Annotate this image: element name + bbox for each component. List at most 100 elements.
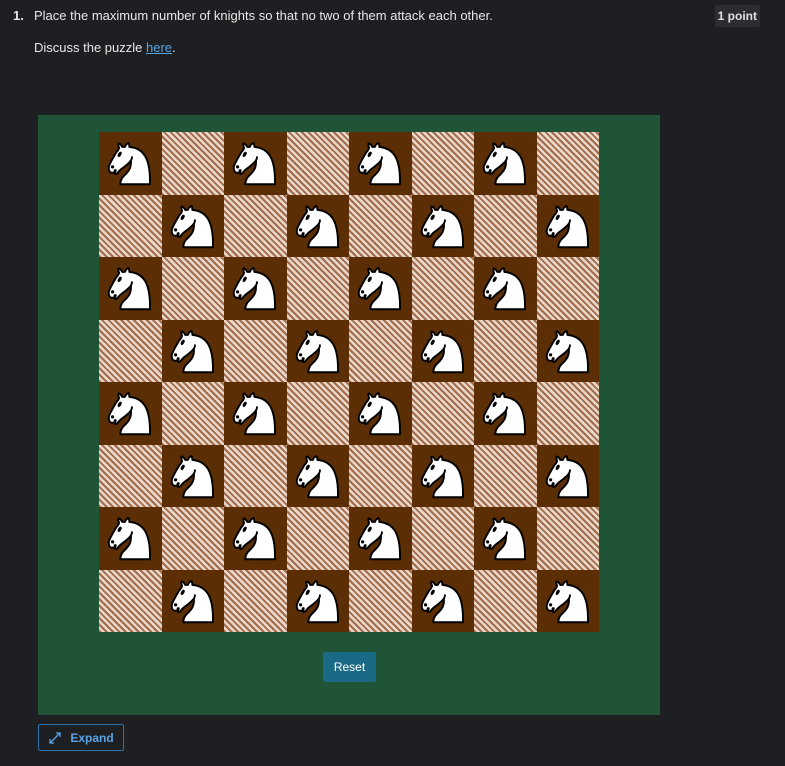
board-square[interactable] <box>349 194 412 257</box>
board-square[interactable] <box>286 194 349 257</box>
white-knight-icon <box>420 579 464 623</box>
board-square[interactable] <box>99 569 162 632</box>
board-square[interactable] <box>411 569 474 632</box>
board-square[interactable] <box>224 194 287 257</box>
chess-board <box>99 132 599 632</box>
board-square[interactable] <box>411 257 474 320</box>
board-square[interactable] <box>411 444 474 507</box>
white-knight-icon <box>233 142 277 186</box>
question-text: Place the maximum number of knights so t… <box>34 8 493 23</box>
board-square[interactable] <box>161 319 224 382</box>
white-knight-icon <box>295 454 339 498</box>
expand-button[interactable]: Expand <box>38 724 124 751</box>
board-square[interactable] <box>536 507 599 570</box>
board-square[interactable] <box>349 507 412 570</box>
board-square[interactable] <box>411 507 474 570</box>
white-knight-icon <box>483 392 527 436</box>
board-square[interactable] <box>411 319 474 382</box>
white-knight-icon <box>108 392 152 436</box>
board-square[interactable] <box>286 132 349 195</box>
puzzle-panel: Reset <box>38 115 660 715</box>
board-square[interactable] <box>161 257 224 320</box>
board-square[interactable] <box>474 444 537 507</box>
board-square[interactable] <box>474 507 537 570</box>
white-knight-icon <box>295 204 339 248</box>
board-square[interactable] <box>349 319 412 382</box>
board-square[interactable] <box>99 257 162 320</box>
board-square[interactable] <box>411 132 474 195</box>
discuss-line: Discuss the puzzle here. <box>34 40 176 55</box>
white-knight-icon <box>233 517 277 561</box>
board-square[interactable] <box>286 507 349 570</box>
board-square[interactable] <box>536 132 599 195</box>
board-square[interactable] <box>224 382 287 445</box>
board-square[interactable] <box>349 444 412 507</box>
board-square[interactable] <box>349 382 412 445</box>
white-knight-icon <box>358 392 402 436</box>
board-square[interactable] <box>99 194 162 257</box>
board-square[interactable] <box>99 319 162 382</box>
board-square[interactable] <box>224 569 287 632</box>
white-knight-icon <box>170 579 214 623</box>
board-square[interactable] <box>411 382 474 445</box>
white-knight-icon <box>483 267 527 311</box>
board-square[interactable] <box>474 194 537 257</box>
question-number: 1. <box>13 8 24 23</box>
board-square[interactable] <box>161 194 224 257</box>
white-knight-icon <box>233 267 277 311</box>
white-knight-icon <box>545 579 589 623</box>
board-square[interactable] <box>224 319 287 382</box>
white-knight-icon <box>295 329 339 373</box>
board-square[interactable] <box>161 569 224 632</box>
white-knight-icon <box>170 454 214 498</box>
board-square[interactable] <box>224 444 287 507</box>
white-knight-icon <box>420 329 464 373</box>
white-knight-icon <box>545 204 589 248</box>
white-knight-icon <box>358 517 402 561</box>
board-square[interactable] <box>161 382 224 445</box>
white-knight-icon <box>358 142 402 186</box>
board-square[interactable] <box>99 132 162 195</box>
board-square[interactable] <box>474 132 537 195</box>
board-square[interactable] <box>224 132 287 195</box>
board-square[interactable] <box>349 257 412 320</box>
reset-button[interactable]: Reset <box>323 652 376 682</box>
board-square[interactable] <box>286 569 349 632</box>
board-square[interactable] <box>474 257 537 320</box>
board-square[interactable] <box>286 319 349 382</box>
board-square[interactable] <box>474 382 537 445</box>
board-square[interactable] <box>99 507 162 570</box>
board-square[interactable] <box>161 132 224 195</box>
board-square[interactable] <box>161 444 224 507</box>
board-square[interactable] <box>224 257 287 320</box>
board-square[interactable] <box>474 319 537 382</box>
discuss-prefix: Discuss the puzzle <box>34 40 146 55</box>
white-knight-icon <box>170 329 214 373</box>
board-square[interactable] <box>349 132 412 195</box>
board-square[interactable] <box>224 507 287 570</box>
white-knight-icon <box>358 267 402 311</box>
discuss-link[interactable]: here <box>146 40 172 55</box>
white-knight-icon <box>483 517 527 561</box>
board-square[interactable] <box>286 444 349 507</box>
board-square[interactable] <box>286 382 349 445</box>
board-square[interactable] <box>536 382 599 445</box>
points-badge: 1 point <box>714 5 760 27</box>
board-square[interactable] <box>161 507 224 570</box>
board-square[interactable] <box>536 444 599 507</box>
board-square[interactable] <box>99 382 162 445</box>
board-square[interactable] <box>286 257 349 320</box>
board-square[interactable] <box>536 257 599 320</box>
white-knight-icon <box>233 392 277 436</box>
board-square[interactable] <box>474 569 537 632</box>
board-square[interactable] <box>349 569 412 632</box>
board-square[interactable] <box>99 444 162 507</box>
board-square[interactable] <box>411 194 474 257</box>
white-knight-icon <box>545 454 589 498</box>
board-square[interactable] <box>536 319 599 382</box>
white-knight-icon <box>108 267 152 311</box>
board-square[interactable] <box>536 194 599 257</box>
white-knight-icon <box>295 579 339 623</box>
white-knight-icon <box>545 329 589 373</box>
board-square[interactable] <box>536 569 599 632</box>
